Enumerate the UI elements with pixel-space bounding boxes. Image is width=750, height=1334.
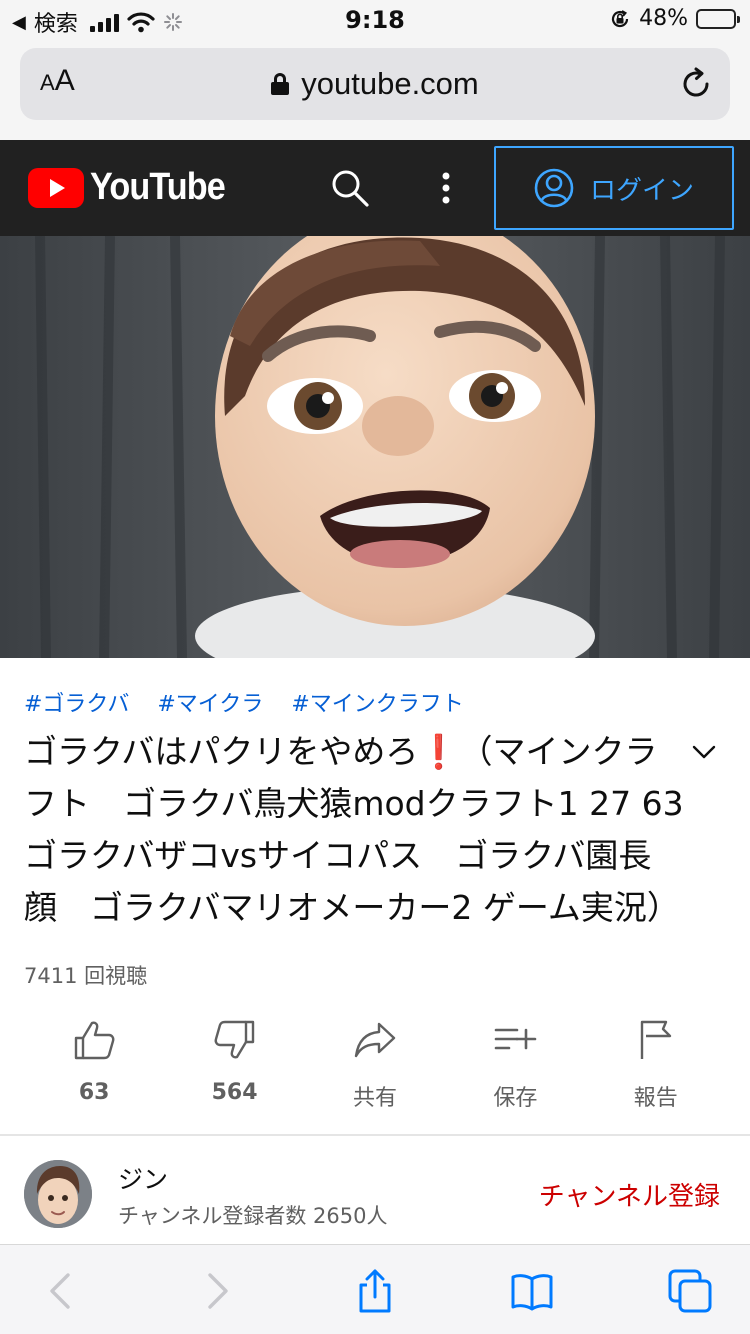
- save-label: 保存: [493, 1086, 538, 1111]
- dislike-count: 564: [211, 1080, 258, 1105]
- save-button[interactable]: 保存: [445, 1018, 585, 1118]
- url-text[interactable]: youtube.com: [301, 66, 479, 102]
- flag-icon: [640, 1020, 671, 1059]
- tabs-icon[interactable]: [668, 1269, 712, 1313]
- chevron-down-icon[interactable]: [690, 738, 718, 766]
- hashtag-list: #ゴラクバ #マイクラ #マインクラフト: [24, 686, 464, 718]
- login-label: ログイン: [589, 175, 694, 206]
- forward-icon[interactable]: [194, 1269, 238, 1313]
- video-frame-memoji: [0, 236, 750, 658]
- battery-percent: 48%: [639, 6, 688, 31]
- dislike-button[interactable]: 564: [164, 1018, 304, 1118]
- channel-name[interactable]: ジン: [118, 1160, 168, 1196]
- back-icon[interactable]: [40, 1269, 84, 1313]
- account-circle-icon: [534, 168, 574, 208]
- share-label: 共有: [352, 1086, 397, 1111]
- orientation-lock-icon: [612, 9, 629, 27]
- channel-avatar-image: [24, 1160, 92, 1228]
- share-icon: [354, 1022, 396, 1058]
- reload-icon[interactable]: [678, 66, 714, 102]
- playlist-add-icon: [495, 1028, 537, 1050]
- report-label: 報告: [633, 1086, 678, 1111]
- youtube-logo[interactable]: YouTube: [28, 166, 240, 209]
- safari-address-area: AA youtube.com: [0, 40, 750, 140]
- share-icon[interactable]: [353, 1269, 397, 1313]
- youtube-play-logo-icon: [28, 167, 84, 208]
- more-vert-icon[interactable]: [436, 170, 456, 210]
- status-right: 48%: [609, 6, 740, 31]
- report-button[interactable]: 報告: [586, 1018, 726, 1118]
- battery-icon: [696, 8, 740, 29]
- lock-icon: [271, 73, 290, 95]
- youtube-logo-text: YouTube: [90, 166, 226, 208]
- hashtag-link[interactable]: #ゴラクバ: [24, 686, 129, 718]
- thumb-up-icon: [74, 1021, 115, 1060]
- like-button[interactable]: 63: [24, 1018, 164, 1118]
- safari-toolbar: [0, 1244, 750, 1334]
- channel-subscriber-count: チャンネル登録者数 2650人: [118, 1204, 388, 1228]
- youtube-header: YouTube ログイン: [0, 140, 750, 236]
- hashtag-link[interactable]: #マインクラフト: [291, 686, 463, 718]
- status-bar: ◀ 検索 9:18 48%: [0, 0, 750, 40]
- video-player[interactable]: [0, 236, 750, 658]
- avatar[interactable]: [24, 1160, 92, 1228]
- like-count: 63: [78, 1080, 110, 1105]
- url-display[interactable]: youtube.com: [20, 48, 730, 120]
- divider: [0, 1134, 750, 1136]
- view-count: 7411 回視聴: [24, 964, 148, 988]
- address-bar[interactable]: AA youtube.com: [20, 48, 730, 120]
- bookmarks-icon[interactable]: [510, 1269, 554, 1313]
- search-icon[interactable]: [330, 168, 370, 208]
- thumb-down-icon: [214, 1020, 254, 1059]
- video-actions: 63 564 共有 保存 報告: [24, 1018, 726, 1118]
- video-title[interactable]: ゴラクバはパクリをやめろ❗️（マインクラフト ゴラクバ鳥犬猿modクラフト1 2…: [24, 726, 684, 934]
- hashtag-link[interactable]: #マイクラ: [157, 686, 263, 718]
- login-button[interactable]: ログイン: [494, 146, 734, 230]
- share-button[interactable]: 共有: [305, 1018, 445, 1118]
- subscribe-button[interactable]: チャンネル登録: [539, 1176, 720, 1213]
